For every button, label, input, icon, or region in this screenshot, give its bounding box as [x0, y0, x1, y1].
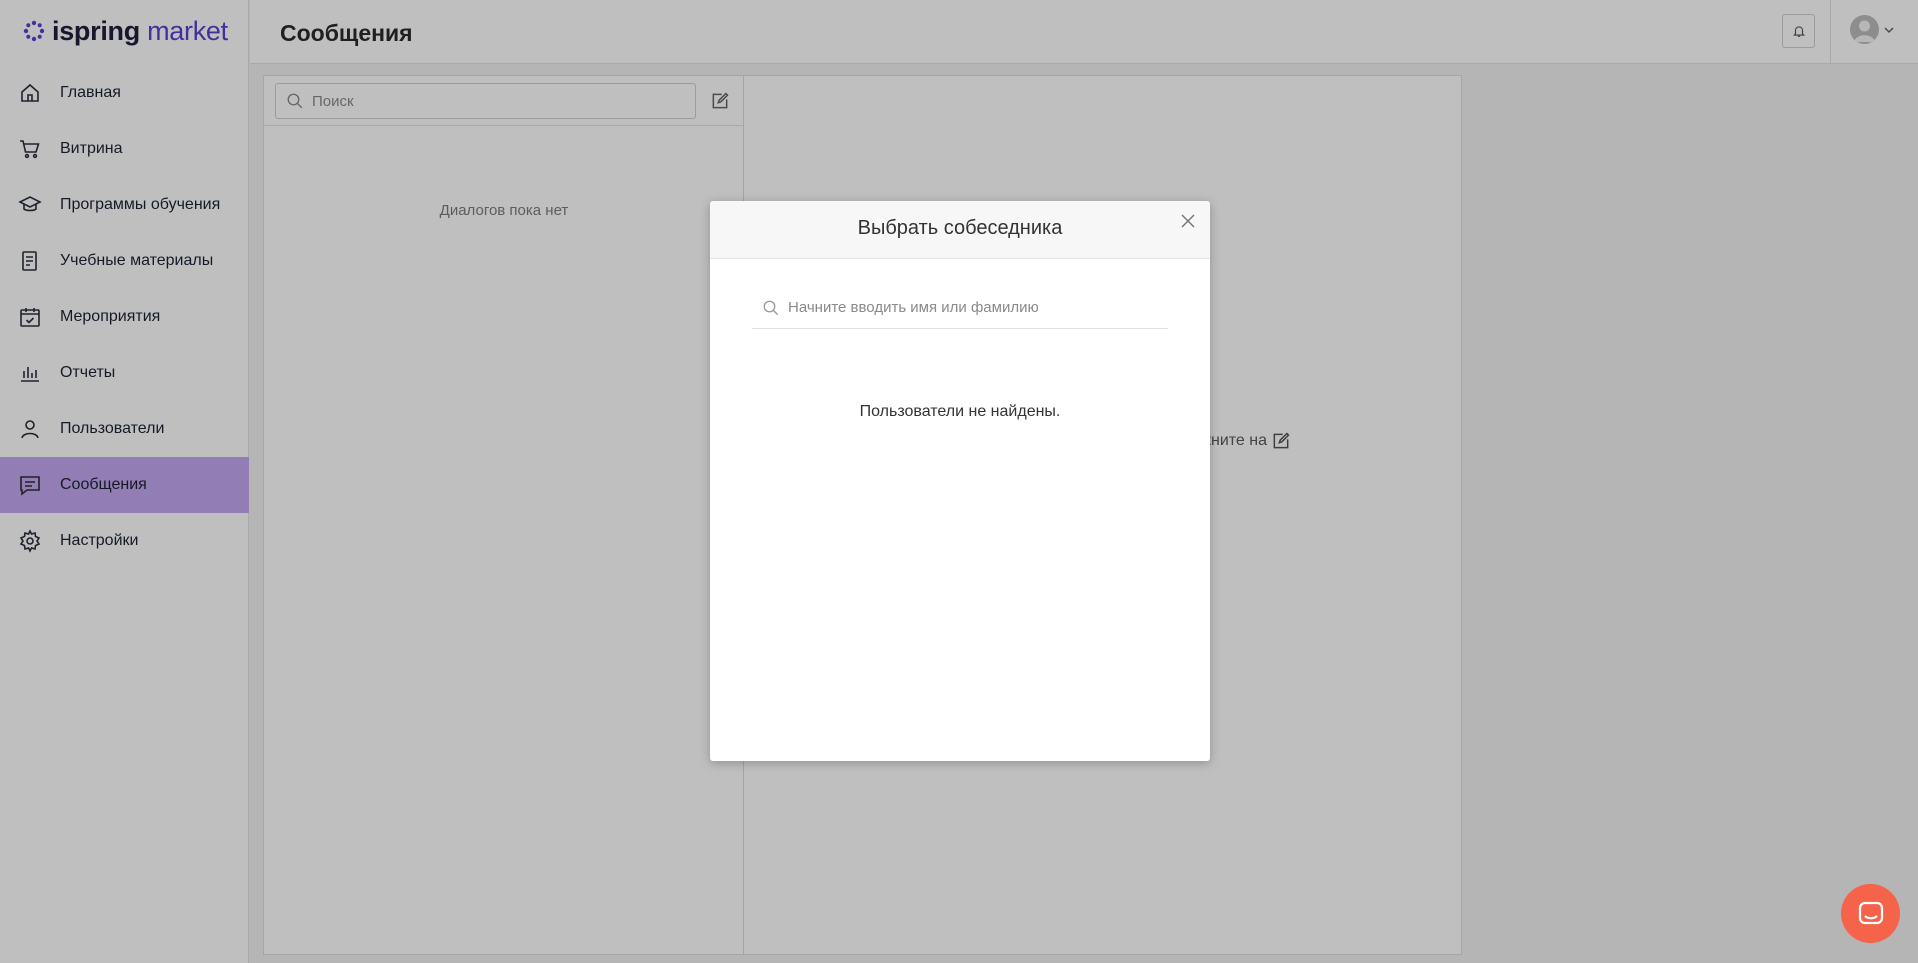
modal-title: Выбрать собеседника: [857, 217, 1063, 239]
no-users-text: Пользователи не найдены.: [859, 403, 1061, 420]
contact-search[interactable]: [752, 287, 1168, 329]
search-icon: [763, 300, 779, 315]
close-icon: [1181, 214, 1195, 228]
support-chat-button[interactable]: [1841, 884, 1900, 943]
chat-icon: [1858, 901, 1883, 924]
contact-search-input[interactable]: [788, 299, 1158, 316]
modal-header: Выбрать собеседника: [710, 201, 1210, 259]
close-button[interactable]: [1178, 211, 1198, 231]
select-contact-modal: Выбрать собеседника Пользователи не найд…: [710, 201, 1210, 761]
